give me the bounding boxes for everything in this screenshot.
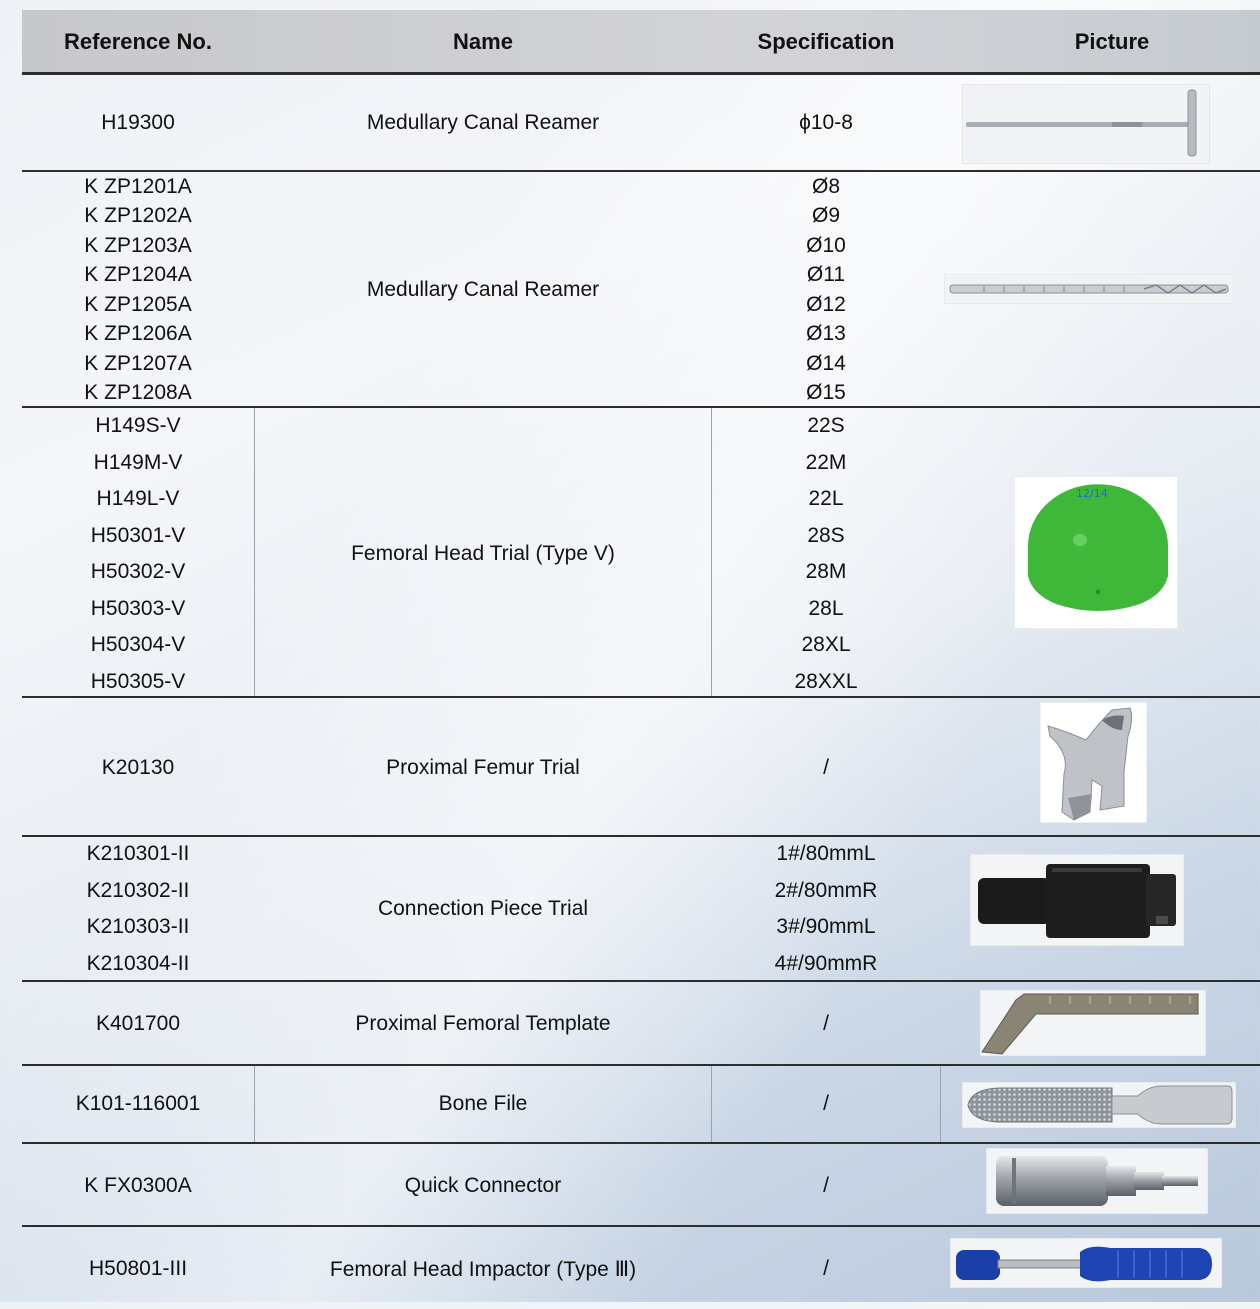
reference-no: K ZP1201A <box>84 175 192 198</box>
row-divider <box>22 170 1260 172</box>
row-divider <box>22 696 1260 698</box>
table-header: Reference No. Name Specification Picture <box>22 10 1260 75</box>
specification: / <box>823 1174 829 1197</box>
specification: Ø9 <box>811 204 840 228</box>
reference-no: H50304-V <box>90 633 186 657</box>
reference-no: K101-116001 <box>75 1092 201 1115</box>
reference-no: K ZP1203A <box>84 233 192 257</box>
item-name: Connection Piece Trial <box>377 897 589 920</box>
specification: 28S <box>807 523 845 547</box>
item-name: Bone File <box>438 1092 528 1115</box>
reference-no: K210304-II <box>86 951 190 975</box>
specification: 22L <box>808 487 844 511</box>
reference-no: K ZP1202A <box>84 204 192 228</box>
reference-no: K ZP1206A <box>84 322 192 346</box>
item-name: Femoral Head Impactor (Type Ⅲ) <box>329 1257 637 1281</box>
reference-no: K210302-II <box>86 878 190 902</box>
row-divider <box>22 835 1260 837</box>
femur-trial-image <box>1040 702 1147 823</box>
t-handle-reamer-image <box>962 84 1210 164</box>
reference-no: K ZP1205A <box>84 292 192 316</box>
specification: / <box>823 1257 829 1280</box>
green-femoral-head-image: 12/14 <box>1014 476 1178 629</box>
specification: 22M <box>805 450 847 474</box>
reference-no: K ZP1208A <box>84 380 192 404</box>
header-specification: Specification <box>757 29 895 54</box>
specification: 28M <box>805 560 847 584</box>
reference-no: H50301-V <box>90 523 186 547</box>
reference-no: K ZP1207A <box>84 351 192 375</box>
specification: 28L <box>808 596 844 620</box>
reference-no: H149M-V <box>93 450 183 474</box>
reference-no: H149S-V <box>95 414 181 437</box>
item-name: Quick Connector <box>404 1174 562 1197</box>
specification: 2#/80mmR <box>774 878 878 902</box>
specification: / <box>823 755 829 779</box>
reference-no: H50801-III <box>88 1257 188 1280</box>
specification: / <box>823 1012 829 1035</box>
specification: 1#/80mmL <box>776 842 876 865</box>
row-divider <box>22 406 1260 408</box>
reference-no: K ZP1204A <box>84 263 192 287</box>
specification: 22S <box>807 414 845 437</box>
item-name: Medullary Canal Reamer <box>366 278 600 301</box>
specification: 28XXL <box>794 669 858 693</box>
reference-no: K20130 <box>101 755 175 779</box>
specification: ϕ10-8 <box>799 110 853 134</box>
reference-no: K210301-II <box>86 842 190 865</box>
quick-connector-image <box>986 1148 1208 1214</box>
reference-no: H50305-V <box>90 669 186 693</box>
specification: Ø11 <box>806 263 846 287</box>
size-marking: 12/14 <box>1076 487 1108 500</box>
header-name: Name <box>453 29 513 54</box>
reference-no: H50303-V <box>90 596 186 620</box>
black-connector-image <box>970 854 1184 946</box>
header-picture: Picture <box>1074 29 1150 54</box>
row-divider <box>22 980 1260 982</box>
column-divider <box>940 1066 941 1142</box>
template-image <box>980 990 1206 1056</box>
specification: Ø14 <box>806 351 846 375</box>
specification: Ø8 <box>811 175 840 198</box>
item-name: Medullary Canal Reamer <box>366 110 600 134</box>
bone-file-image <box>962 1082 1236 1128</box>
reference-no: H50302-V <box>90 560 186 584</box>
reference-no: K FX0300A <box>84 1174 192 1197</box>
header-reference-no: Reference No. <box>64 29 212 54</box>
reference-no: H149L-V <box>96 487 180 511</box>
reference-no: K210303-II <box>86 915 190 939</box>
specification: / <box>823 1092 829 1115</box>
specification: Ø15 <box>806 380 846 404</box>
specification: Ø10 <box>806 233 846 257</box>
specification: 28XL <box>801 633 851 657</box>
specification: 4#/90mmR <box>774 951 878 975</box>
reamer-rod-image <box>944 274 1234 304</box>
reference-no: K401700 <box>95 1012 181 1035</box>
item-name: Femoral Head Trial (Type V) <box>351 542 615 565</box>
reference-no: H19300 <box>101 110 175 134</box>
item-name: Proximal Femoral Template <box>355 1012 611 1035</box>
specification: Ø12 <box>806 292 846 316</box>
impactor-image <box>950 1238 1222 1288</box>
item-name: Proximal Femur Trial <box>386 755 580 779</box>
specification: Ø13 <box>806 322 846 346</box>
row-divider <box>22 1142 1260 1144</box>
specification: 3#/90mmL <box>776 915 876 939</box>
